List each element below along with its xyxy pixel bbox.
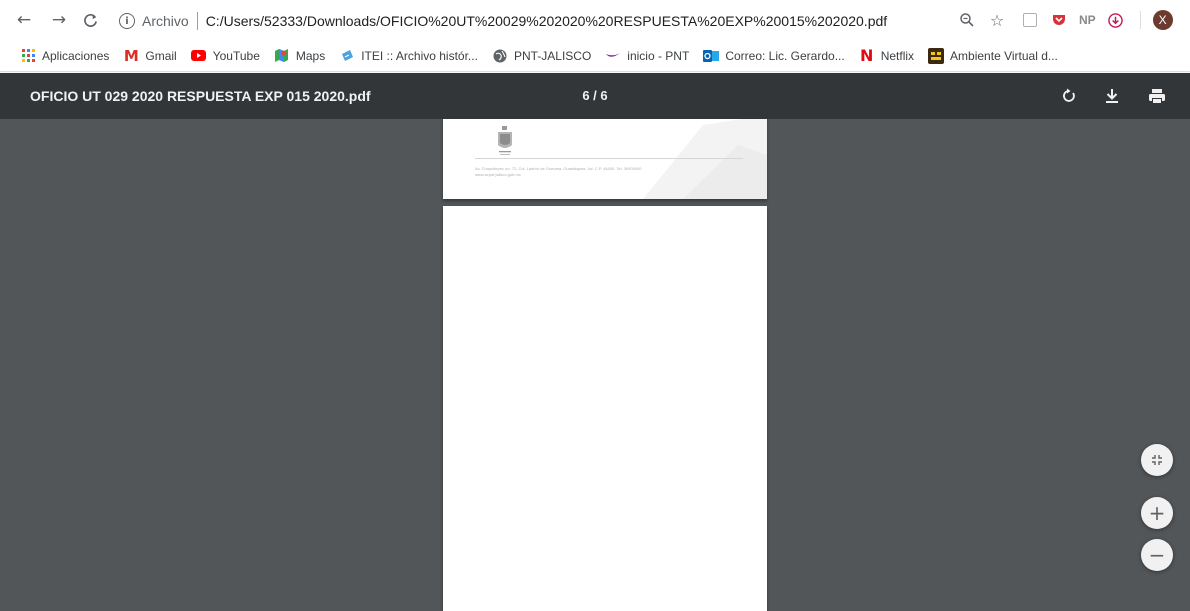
bookmark-label: PNT-JALISCO bbox=[513, 48, 592, 63]
pdf-toolbar: OFICIO UT 029 2020 RESPUESTA EXP 015 202… bbox=[0, 73, 1190, 119]
footer-divider bbox=[475, 158, 743, 159]
np-extension-icon[interactable]: NP bbox=[1079, 13, 1096, 27]
bookmark-label: YouTube bbox=[212, 48, 260, 63]
toolbar-divider bbox=[1139, 11, 1141, 29]
bookmark-ambiente-virtual[interactable]: Ambiente Virtual d... bbox=[928, 47, 1058, 64]
itei-icon bbox=[339, 48, 355, 64]
info-icon[interactable]: i bbox=[119, 13, 135, 29]
bookmark-itei[interactable]: ITEI :: Archivo histór... bbox=[339, 48, 478, 64]
url-divider bbox=[196, 12, 198, 30]
gmail-icon: M bbox=[123, 46, 139, 65]
bookmark-gmail[interactable]: M Gmail bbox=[123, 46, 177, 65]
zoom-out-icon[interactable]: − bbox=[1141, 539, 1173, 571]
bookmark-label: Netflix bbox=[880, 48, 915, 63]
globe-icon bbox=[492, 48, 508, 64]
download-icon[interactable] bbox=[1100, 84, 1124, 108]
bookmark-label: inicio - PNT bbox=[627, 48, 690, 63]
browser-toolbar: ← → i Archivo C:/Users/52333/Downloads/O… bbox=[0, 0, 1190, 40]
pdf-page-5: Av. Chapultepec no. 72, Col. Ladrón de G… bbox=[443, 119, 767, 199]
rotate-icon[interactable] bbox=[1057, 84, 1081, 108]
forward-icon[interactable]: → bbox=[47, 8, 71, 32]
extension-square-icon[interactable] bbox=[1023, 13, 1037, 27]
bookmark-aplicaciones[interactable]: Aplicaciones bbox=[20, 48, 109, 64]
bookmark-label: Ambiente Virtual d... bbox=[950, 48, 1058, 63]
address-bar[interactable]: i Archivo C:/Users/52333/Downloads/OFICI… bbox=[107, 7, 1017, 35]
print-icon[interactable] bbox=[1145, 84, 1169, 108]
bookmark-label: ITEI :: Archivo histór... bbox=[361, 48, 478, 63]
bookmark-label: Gmail bbox=[145, 48, 177, 63]
zoom-in-icon[interactable]: + bbox=[1141, 497, 1173, 529]
watermark-graphic bbox=[643, 119, 767, 199]
maps-icon bbox=[274, 48, 290, 64]
pocket-icon[interactable] bbox=[1047, 8, 1071, 32]
back-icon[interactable]: ← bbox=[12, 8, 36, 32]
url-text[interactable]: C:/Users/52333/Downloads/OFICIO%20UT%200… bbox=[206, 13, 887, 29]
footer-website: www.sepaf.jalisco.gob.mx bbox=[475, 172, 521, 177]
bookmark-pnt-jalisco[interactable]: PNT-JALISCO bbox=[492, 48, 591, 64]
bookmark-correo[interactable]: Correo: Lic. Gerardo... bbox=[703, 48, 845, 64]
outlook-icon bbox=[703, 48, 720, 64]
pdf-page-6 bbox=[443, 206, 767, 611]
bookmark-label: Aplicaciones bbox=[42, 48, 110, 63]
zoom-icon[interactable] bbox=[955, 8, 979, 32]
bookmark-maps[interactable]: Maps bbox=[274, 48, 325, 64]
bookmark-label: Correo: Lic. Gerardo... bbox=[725, 48, 845, 63]
netflix-icon: N bbox=[860, 46, 874, 65]
pdf-viewer[interactable]: Av. Chapultepec no. 72, Col. Ladrón de G… bbox=[0, 119, 1190, 611]
youtube-icon bbox=[191, 48, 207, 64]
coat-of-arms-icon bbox=[498, 126, 512, 155]
bookmark-youtube[interactable]: YouTube bbox=[191, 48, 260, 64]
ambiente-icon bbox=[928, 47, 945, 64]
profile-avatar[interactable]: X bbox=[1152, 10, 1173, 30]
fit-page-icon[interactable] bbox=[1141, 444, 1173, 476]
pnt-icon bbox=[605, 48, 621, 64]
reload-icon[interactable] bbox=[78, 8, 102, 32]
footer-address: Av. Chapultepec no. 72, Col. Ladrón de G… bbox=[475, 166, 642, 171]
bookmarks-bar: Aplicaciones M Gmail YouTube Maps ITEI :… bbox=[0, 40, 1190, 72]
bookmark-inicio-pnt[interactable]: inicio - PNT bbox=[605, 48, 689, 64]
bookmark-netflix[interactable]: N Netflix bbox=[859, 46, 915, 65]
bookmark-label: Maps bbox=[295, 48, 326, 63]
apps-grid-icon bbox=[20, 48, 36, 64]
download-extension-icon[interactable] bbox=[1104, 8, 1128, 32]
pdf-title: OFICIO UT 029 2020 RESPUESTA EXP 015 202… bbox=[30, 88, 371, 104]
url-scheme: Archivo bbox=[142, 13, 189, 29]
star-icon[interactable]: ☆ bbox=[985, 8, 1009, 32]
